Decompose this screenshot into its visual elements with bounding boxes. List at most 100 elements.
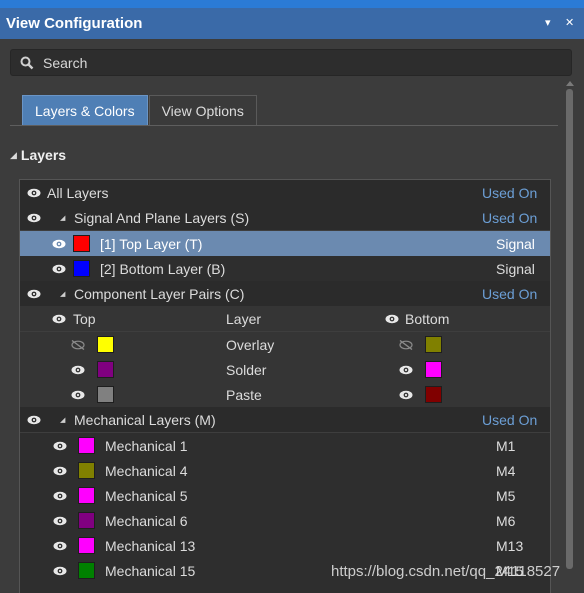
row-label: Mechanical 1	[105, 437, 188, 454]
used-on-header: Used On	[482, 209, 538, 226]
row-label: [2] Bottom Layer (B)	[100, 260, 226, 277]
eye-icon[interactable]	[27, 289, 41, 299]
eye-icon[interactable]	[71, 365, 85, 375]
row-mechanical-5[interactable]: Mechanical 5 M5	[20, 483, 550, 508]
used-on-value: M1	[496, 437, 516, 454]
layers-grid: All Layers Used On ◢ Signal And Plane La…	[19, 179, 551, 593]
tab-view-options[interactable]: View Options	[148, 95, 257, 126]
group-caret-icon[interactable]: ◢	[60, 416, 65, 424]
row-pair-overlay[interactable]: Overlay	[20, 332, 550, 357]
used-on-header: Used On	[482, 411, 538, 428]
row-top-layer[interactable]: [1] Top Layer (T) Signal	[20, 231, 550, 256]
row-divider	[20, 432, 550, 433]
row-label: Mechanical Layers (M)	[74, 411, 216, 428]
pair-name: Solder	[226, 361, 267, 378]
top-color-swatch[interactable]	[97, 386, 114, 403]
layers-section-header[interactable]: ◢ Layers	[10, 147, 66, 163]
close-icon[interactable]: ✕	[565, 16, 574, 29]
row-divider	[20, 230, 550, 231]
search-box[interactable]	[10, 49, 572, 76]
search-icon	[20, 56, 34, 69]
scrollbar-thumb[interactable]	[566, 89, 573, 569]
row-label: [1] Top Layer (T)	[100, 235, 203, 252]
eye-icon[interactable]	[27, 188, 41, 198]
row-label: All Layers	[47, 184, 109, 201]
row-component-group[interactable]: ◢ Component Layer Pairs (C) Used On	[20, 281, 550, 306]
section-title: Layers	[20, 147, 67, 163]
eye-icon[interactable]	[385, 314, 399, 324]
layer-color-swatch[interactable]	[78, 487, 95, 504]
tab-underline	[10, 125, 558, 126]
row-label: Mechanical 5	[105, 487, 188, 504]
row-mechanical-1[interactable]: Mechanical 1 M1	[20, 433, 550, 458]
row-mechanical-13[interactable]: Mechanical 13 M13	[20, 533, 550, 558]
row-mechanical-group[interactable]: ◢ Mechanical Layers (M) Used On	[20, 407, 550, 432]
layer-color-swatch[interactable]	[78, 537, 95, 554]
eye-icon[interactable]	[27, 213, 41, 223]
row-mechanical-4[interactable]: Mechanical 4 M4	[20, 458, 550, 483]
layer-color-swatch[interactable]	[73, 235, 90, 252]
used-on-header: Used On	[482, 184, 538, 201]
row-signal-group[interactable]: ◢ Signal And Plane Layers (S) Used On	[20, 205, 550, 230]
row-pair-solder[interactable]: Solder	[20, 357, 550, 382]
row-all-layers[interactable]: All Layers Used On	[20, 180, 550, 205]
row-pair-paste[interactable]: Paste	[20, 382, 550, 407]
eye-hidden-icon[interactable]	[71, 339, 85, 350]
group-caret-icon[interactable]: ◢	[60, 214, 65, 222]
layer-column-header: Layer	[226, 310, 262, 327]
watermark-text: https://blog.csdn.net/qq_24118527	[331, 563, 561, 580]
eye-icon[interactable]	[53, 466, 67, 476]
search-input[interactable]	[41, 53, 525, 72]
top-column-header: Top	[73, 310, 96, 327]
layer-color-swatch[interactable]	[73, 260, 90, 277]
pin-dropdown-icon[interactable]: ▾	[545, 16, 551, 29]
row-bottom-layer[interactable]: [2] Bottom Layer (B) Signal	[20, 256, 550, 281]
top-color-swatch[interactable]	[97, 336, 114, 353]
eye-icon[interactable]	[53, 516, 67, 526]
bottom-color-swatch[interactable]	[425, 361, 442, 378]
eye-icon[interactable]	[52, 264, 66, 274]
top-color-swatch[interactable]	[97, 361, 114, 378]
eye-hidden-icon[interactable]	[399, 339, 413, 350]
row-label: Component Layer Pairs (C)	[74, 285, 245, 302]
eye-icon[interactable]	[52, 314, 66, 324]
bottom-color-swatch[interactable]	[425, 336, 442, 353]
eye-icon[interactable]	[399, 365, 413, 375]
view-configuration-panel: Layers & Colors View Options ◢ Layers Al…	[0, 39, 584, 593]
window-top-accent	[0, 0, 584, 8]
row-label: Mechanical 13	[105, 537, 196, 554]
layer-color-swatch[interactable]	[78, 462, 95, 479]
eye-icon[interactable]	[399, 390, 413, 400]
eye-icon[interactable]	[53, 541, 67, 551]
eye-icon[interactable]	[52, 239, 66, 249]
used-on-value: M4	[496, 462, 516, 479]
eye-icon[interactable]	[53, 566, 67, 576]
layer-type: Signal	[496, 260, 535, 277]
layer-type: Signal	[496, 235, 535, 252]
layer-color-swatch[interactable]	[78, 512, 95, 529]
panel-title-bar[interactable]: View Configuration ▾ ✕	[0, 8, 584, 39]
layer-color-swatch[interactable]	[78, 437, 95, 454]
group-caret-icon[interactable]: ◢	[60, 290, 65, 298]
tab-layers-colors[interactable]: Layers & Colors	[22, 95, 148, 126]
used-on-value: M5	[496, 487, 516, 504]
row-label: Mechanical 4	[105, 462, 188, 479]
eye-icon[interactable]	[71, 390, 85, 400]
layer-color-swatch[interactable]	[78, 562, 95, 579]
eye-icon[interactable]	[53, 441, 67, 451]
scroll-up-icon[interactable]	[566, 81, 574, 86]
tab-bar: Layers & Colors View Options	[22, 95, 257, 126]
bottom-color-swatch[interactable]	[425, 386, 442, 403]
eye-icon[interactable]	[27, 415, 41, 425]
row-label: Mechanical 6	[105, 512, 188, 529]
vertical-scrollbar[interactable]	[566, 81, 574, 592]
pair-name: Paste	[226, 386, 262, 403]
eye-icon[interactable]	[53, 491, 67, 501]
panel-title: View Configuration	[6, 15, 143, 32]
collapse-caret-icon[interactable]: ◢	[10, 150, 17, 161]
row-component-header: Top Layer Bottom	[20, 306, 550, 331]
row-label: Mechanical 15	[105, 562, 196, 579]
pair-name: Overlay	[226, 336, 275, 353]
row-mechanical-6[interactable]: Mechanical 6 M6	[20, 508, 550, 533]
bottom-column-header: Bottom	[405, 310, 450, 327]
